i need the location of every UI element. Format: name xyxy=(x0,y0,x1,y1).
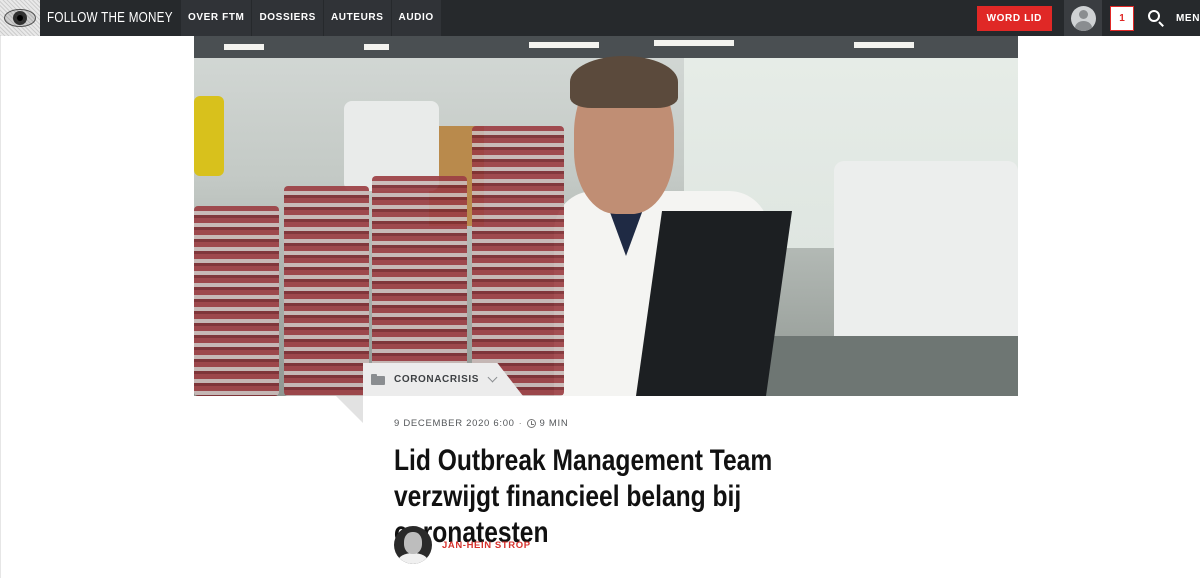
article-meta: 9 DECEMBER 2020 6:00 · 9 MIN xyxy=(394,418,568,429)
nav-right-group: WORD LID 1 MENU xyxy=(976,0,1200,36)
folder-icon xyxy=(371,374,385,385)
category-label: CORONACRISIS xyxy=(394,374,479,385)
notifications-badge[interactable]: 1 xyxy=(1110,5,1134,31)
site-brand-name[interactable]: FOLLOW THE MONEY xyxy=(40,0,173,36)
become-member-button[interactable]: WORD LID xyxy=(976,5,1052,31)
tab-fold-decoration xyxy=(336,396,363,423)
page-left-border xyxy=(0,36,1,578)
nav-item-over-ftm[interactable]: OVER FTM xyxy=(180,0,252,36)
nav-item-auteurs[interactable]: AUTEURS xyxy=(322,0,391,36)
read-time: 9 MIN xyxy=(539,418,569,429)
user-avatar-icon xyxy=(1070,5,1096,31)
account-button[interactable] xyxy=(1064,0,1102,36)
category-dropdown[interactable]: CORONACRISIS xyxy=(371,363,498,396)
author-avatar[interactable] xyxy=(394,526,432,564)
nav-item-audio[interactable]: AUDIO xyxy=(390,0,441,36)
eye-logo-icon[interactable] xyxy=(0,0,40,36)
hero-image xyxy=(194,36,1018,396)
chevron-down-icon xyxy=(487,372,498,383)
author-name-link[interactable]: JAN-HEIN STROP xyxy=(442,540,531,551)
nav-item-dossiers[interactable]: DOSSIERS xyxy=(251,0,323,36)
publish-date: 9 DECEMBER 2020 6:00 xyxy=(394,418,515,429)
top-navigation-bar: FOLLOW THE MONEY OVER FTM DOSSIERS AUTEU… xyxy=(0,0,1200,36)
menu-button[interactable]: MENU xyxy=(1176,13,1200,24)
author-byline[interactable]: JAN-HEIN STROP xyxy=(394,526,531,564)
clock-icon xyxy=(526,419,536,428)
meta-separator: · xyxy=(518,418,523,429)
search-icon[interactable] xyxy=(1146,8,1166,28)
